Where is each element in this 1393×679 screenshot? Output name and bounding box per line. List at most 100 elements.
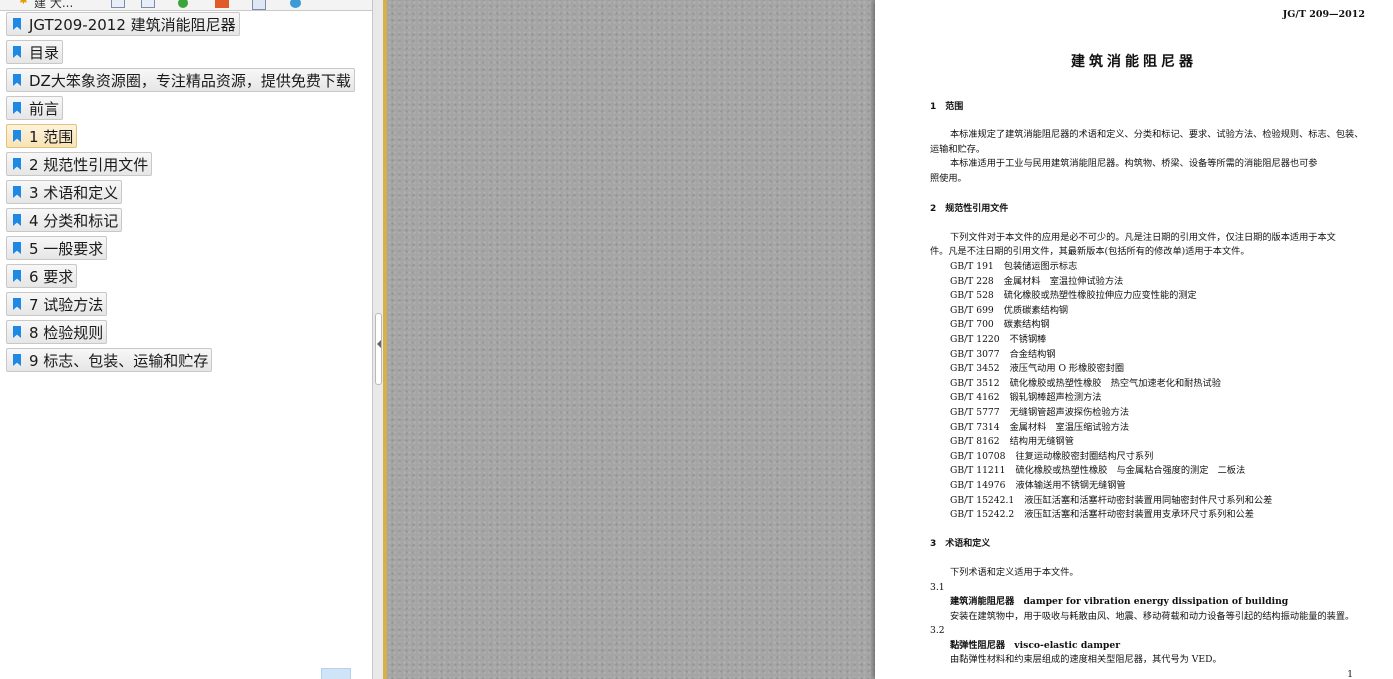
reference-title: 液体输送用不锈钢无缝钢管	[1015, 480, 1126, 491]
term-1-definition: 安装在建筑物中，用于吸收与耗散由风、地震、移动荷载和动力设备等引起的结构振动能量…	[950, 611, 1355, 622]
bookmark-label: 目录	[29, 43, 60, 62]
bookmark-item[interactable]: JGT209-2012 建筑消能阻尼器	[6, 12, 240, 36]
reference-item: GB/T 3512 硫化橡胶或热塑性橡胶 热空气加速老化和耐热试验	[950, 377, 1221, 392]
reference-item: GB/T 10708 往复运动橡胶密封圈结构尺寸系列	[950, 450, 1153, 465]
splitter-grip[interactable]	[375, 313, 382, 385]
bookmark-toolbar: ✸ 建 大... ≚	[0, 0, 372, 11]
reference-title: 金属材料 室温压缩试验方法	[1009, 421, 1130, 433]
reference-item: GB/T 14976 液体输送用不锈钢无缝钢管	[950, 479, 1126, 494]
bookmark-icon	[13, 102, 21, 114]
reference-code: GB/T 14976	[950, 480, 1006, 491]
collapse-arrow-icon[interactable]	[377, 340, 381, 348]
reference-title: 不锈钢棒	[1009, 334, 1047, 345]
bookmark-item[interactable]: 6 要求	[6, 264, 78, 288]
reference-code: GB/T 191	[950, 261, 994, 272]
bookmark-item[interactable]: 3 术语和定义	[6, 180, 123, 204]
bookmark-label: 前言	[29, 99, 60, 118]
section-2-intro-line-2: 件。凡是不注日期的引用文件，其最新版本(包括所有的修改单)适用于本文件。	[930, 246, 1250, 257]
bookmark-icon	[13, 18, 21, 30]
reference-item: GB/T 11211 硫化橡胶或热塑性橡胶 与金属粘合强度的测定 二板法	[950, 464, 1245, 479]
page-number: 1	[1347, 670, 1353, 679]
bookmark-item[interactable]: 前言	[6, 96, 64, 120]
bookmark-item[interactable]: 9 标志、包装、运输和贮存	[6, 348, 213, 372]
reference-item: GB/T 699 优质碳素结构钢	[950, 304, 1068, 319]
bookmark-options-label[interactable]: 建 大...	[34, 0, 84, 10]
reference-code: GB/T 699	[950, 304, 994, 316]
bookmark-item[interactable]: 目录	[6, 40, 64, 64]
bookmark-label: 8 检验规则	[29, 323, 104, 342]
bookmark-icon	[13, 298, 21, 310]
collapse-panel-icon[interactable]: ≚	[360, 0, 372, 9]
bookmark-item[interactable]: 5 一般要求	[6, 236, 108, 260]
reference-title: 硫化橡胶或热塑性橡胶拉伸应力应变性能的测定	[1003, 290, 1197, 302]
term-1-number: 3.1	[930, 582, 945, 593]
reference-code: GB/T 7314	[950, 421, 1000, 433]
document-viewport[interactable]: JG/T 209—2012 建筑消能阻尼器 1 范围 本标准规定了建筑消能阻尼器…	[387, 0, 1393, 679]
bookmark-label: 9 标志、包装、运输和贮存	[29, 351, 209, 370]
go-to-bookmark-icon[interactable]	[286, 0, 306, 8]
delete-bookmark-icon[interactable]	[212, 0, 232, 8]
bookmark-label: JGT209-2012 建筑消能阻尼器	[29, 15, 236, 34]
reference-code: GB/T 11211	[950, 465, 1006, 477]
reference-title: 液压缸活塞和活塞杆动密封装置用同轴密封件尺寸系列和公差	[1024, 494, 1273, 506]
collapse-bookmark-icon[interactable]	[138, 0, 158, 8]
bookmark-item[interactable]: 7 试验方法	[6, 292, 108, 316]
reference-code: GB/T 10708	[950, 450, 1006, 462]
document-title: 建筑消能阻尼器	[1071, 54, 1197, 70]
reference-item: GB/T 228 金属材料 室温拉伸试验方法	[950, 275, 1123, 290]
reference-item: GB/T 1220 不锈钢棒	[950, 333, 1046, 348]
reference-title: 硫化橡胶或热塑性橡胶 与金属粘合强度的测定 二板法	[1015, 465, 1246, 477]
reference-title: 碳素结构钢	[1003, 319, 1050, 331]
bookmark-icon	[13, 158, 21, 170]
bookmark-panel: ✸ 建 大... ≚ JGT209-2012 建筑消能阻尼器目录 DZ大笨象资源圈…	[0, 0, 372, 679]
bookmark-icon	[13, 74, 21, 86]
expand-bookmark-icon[interactable]	[108, 0, 128, 8]
reference-code: GB/T 15242.1	[950, 494, 1015, 506]
add-bookmark-icon[interactable]	[174, 0, 194, 8]
term-1-heading: 建筑消能阻尼器 damper for vibration energy diss…	[950, 596, 1289, 607]
section-3-intro: 下列术语和定义适用于本文件。	[950, 567, 1079, 578]
section-1-paragraph-1-line-2: 运输和贮存。	[930, 144, 986, 155]
reference-code: GB/T 5777	[950, 407, 1000, 418]
reference-title: 液压气动用 O 形橡胶密封圈	[1009, 363, 1125, 375]
bookmark-label: 5 一般要求	[29, 239, 104, 258]
bookmark-item[interactable]: 2 规范性引用文件	[6, 152, 153, 176]
reference-item: GB/T 8162 结构用无缝钢管	[950, 435, 1074, 450]
section-2-heading: 2 规范性引用文件	[930, 204, 1009, 214]
section-2-intro-line-1: 下列文件对于本文件的应用是必不可少的。凡是注日期的引用文件，仅注日期的版本适用于…	[950, 232, 1336, 243]
bookmark-label: 4 分类和标记	[29, 211, 119, 230]
reference-item: GB/T 15242.2 液压缸活塞和活塞杆动密封装置用支承环尺寸系列和公差	[950, 508, 1254, 523]
reference-item: GB/T 3452 液压气动用 O 形橡胶密封圈	[950, 362, 1124, 377]
section-1-heading: 1 范围	[930, 102, 964, 112]
reference-code: GB/T 3452	[950, 363, 1000, 375]
bookmark-properties-icon[interactable]	[248, 0, 268, 10]
reference-code: GB/T 228	[950, 275, 994, 287]
bookmark-icon	[13, 242, 21, 254]
reference-title: 往复运动橡胶密封圈结构尺寸系列	[1015, 450, 1154, 462]
reference-title: 液压缸活塞和活塞杆动密封装置用支承环尺寸系列和公差	[1024, 509, 1254, 521]
reference-item: GB/T 3077 合金结构钢	[950, 348, 1056, 363]
reference-code: GB/T 528	[950, 290, 994, 302]
term-2-number: 3.2	[930, 625, 945, 636]
section-1-paragraph-2-line-1: 本标准适用于工业与民用建筑消能阻尼器。构筑物、桥梁、设备等所需的消能阻尼器也可参	[950, 158, 1318, 169]
bookmark-item[interactable]: 8 检验规则	[6, 320, 108, 344]
reference-item: GB/T 7314 金属材料 室温压缩试验方法	[950, 421, 1129, 436]
bookmark-item[interactable]: 1 范围	[6, 124, 78, 148]
standard-number: JG/T 209—2012	[1282, 9, 1365, 20]
bookmark-label: 2 规范性引用文件	[29, 155, 149, 174]
reference-code: GB/T 3512	[950, 377, 1000, 389]
reference-item: GB/T 15242.1 液压缸活塞和活塞杆动密封装置用同轴密封件尺寸系列和公差	[950, 494, 1272, 509]
reference-code: GB/T 1220	[950, 334, 1000, 345]
bookmark-icon	[13, 186, 21, 198]
reference-title: 锻轧钢棒超声检测方法	[1009, 392, 1102, 404]
bookmark-label: 6 要求	[29, 267, 74, 286]
bookmark-icon	[13, 46, 21, 58]
bookmark-item[interactable]: 4 分类和标记	[6, 208, 123, 232]
section-3-heading: 3 术语和定义	[930, 539, 991, 549]
term-2-heading: 黏弹性阻尼器 visco-elastic damper	[950, 640, 1121, 651]
bookmark-icon	[13, 354, 21, 366]
bookmark-item[interactable]: DZ大笨象资源圈，专注精品资源，提供免费下载	[6, 68, 355, 92]
reference-code: GB/T 3077	[950, 348, 1000, 360]
reference-title: 无缝钢管超声波探伤检验方法	[1009, 407, 1130, 418]
panel-scroll-handle[interactable]	[321, 668, 351, 679]
